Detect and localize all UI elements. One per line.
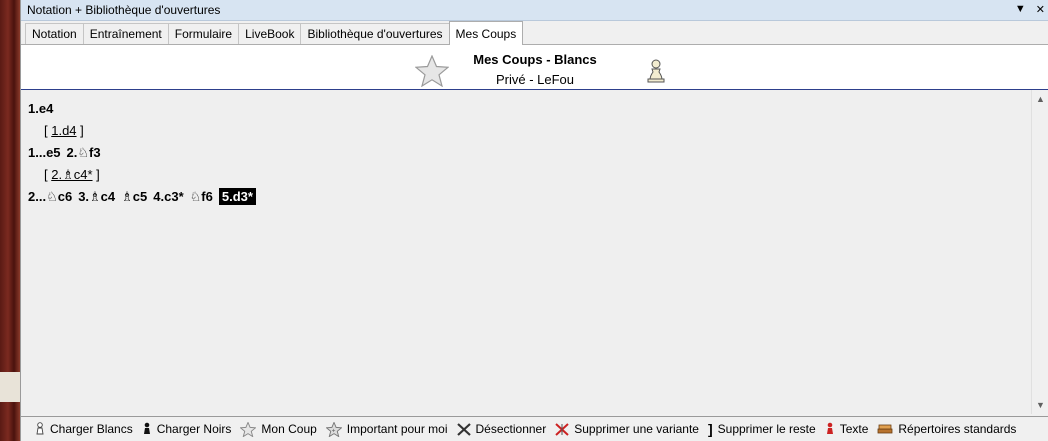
tab-bibliotheque[interactable]: Bibliothèque d'ouvertures (300, 23, 450, 44)
tab-formulaire[interactable]: Formulaire (167, 23, 240, 44)
delete-variation-button[interactable]: Supprimer une variante (555, 422, 699, 436)
tab-mes-coups[interactable]: Mes Coups (448, 21, 524, 45)
standard-repertoires-button[interactable]: Répertoires standards (877, 422, 1016, 436)
panel-titlebar: Notation + Bibliothèque d'ouvertures ▼ ✕ (21, 0, 1048, 21)
move[interactable]: 2.♘f3 (67, 145, 101, 160)
current-move[interactable]: 5.d3* (218, 188, 256, 205)
page-subtitle: Privé - LeFou (495, 72, 575, 87)
move[interactable]: 1.d4 (51, 123, 76, 138)
dropdown-arrow-icon[interactable]: ▼ (1015, 3, 1026, 16)
move[interactable]: 4.c3* (153, 189, 183, 204)
tab-entrainement[interactable]: Entraînement (82, 23, 169, 44)
background-board-edge (0, 0, 20, 441)
delete-rest-button[interactable]: ] Supprimer le reste (708, 421, 816, 437)
white-pawn-icon (35, 422, 45, 436)
crossed-tools-icon (456, 422, 471, 436)
tab-livebook[interactable]: LiveBook (238, 23, 302, 44)
white-pawn-icon[interactable] (646, 59, 666, 83)
load-white-button[interactable]: Charger Blancs (35, 422, 133, 436)
notation-panel: Notation + Bibliothèque d'ouvertures ▼ ✕… (20, 0, 1048, 441)
move-list: 1.e4 [ 1.d4 ] 1...e5 2.♘f3 [ 2.♗c4* ] 2..… (28, 98, 256, 208)
scroll-up-icon[interactable]: ▲ (1036, 94, 1045, 104)
tab-notation[interactable]: Notation (25, 23, 84, 44)
move[interactable]: 3.♗c4 (78, 189, 115, 204)
move[interactable]: ♗c5 (121, 189, 147, 204)
my-move-button[interactable]: Mon Coup (240, 421, 317, 437)
red-pawn-icon (825, 422, 835, 436)
move[interactable]: 2...♘c6 (28, 189, 72, 204)
deselect-button[interactable]: Désectionner (456, 422, 546, 436)
important-button[interactable]: + Important pour moi (325, 421, 448, 437)
repertoire-header: Mes Coups - Blancs Privé - LeFou (21, 45, 1048, 90)
books-icon (877, 423, 893, 435)
move[interactable]: 2.♗c4* (51, 167, 92, 182)
text-button[interactable]: Texte (825, 422, 868, 436)
bracket-icon: ] (707, 421, 713, 437)
close-icon[interactable]: ✕ (1036, 3, 1045, 16)
variation-line: [ 1.d4 ] (44, 123, 84, 138)
page-title: Mes Coups - Blancs (473, 52, 597, 67)
svg-text:+: + (331, 427, 335, 434)
black-pawn-icon (142, 422, 152, 436)
variation-line: [ 2.♗c4* ] (44, 167, 100, 182)
star-icon (240, 421, 257, 437)
panel-title: Notation + Bibliothèque d'ouvertures (27, 3, 221, 17)
delete-variation-icon (555, 422, 569, 436)
bottom-toolbar: Charger Blancs Charger Noirs Mon Coup + … (21, 416, 1048, 441)
move[interactable]: 1...e5 (28, 145, 61, 160)
tab-bar: Notation Entraînement Formulaire LiveBoo… (21, 21, 1048, 45)
notation-area[interactable]: 1.e4 [ 1.d4 ] 1...e5 2.♘f3 [ 2.♗c4* ] 2..… (21, 90, 1031, 414)
load-black-button[interactable]: Charger Noirs (142, 422, 231, 436)
scroll-down-icon[interactable]: ▼ (1036, 400, 1045, 410)
star-plus-icon: + (325, 421, 342, 437)
move[interactable]: ♘f6 (190, 189, 213, 204)
vertical-scrollbar[interactable]: ▲ ▼ (1031, 90, 1048, 414)
move[interactable]: 1.e4 (28, 101, 53, 116)
